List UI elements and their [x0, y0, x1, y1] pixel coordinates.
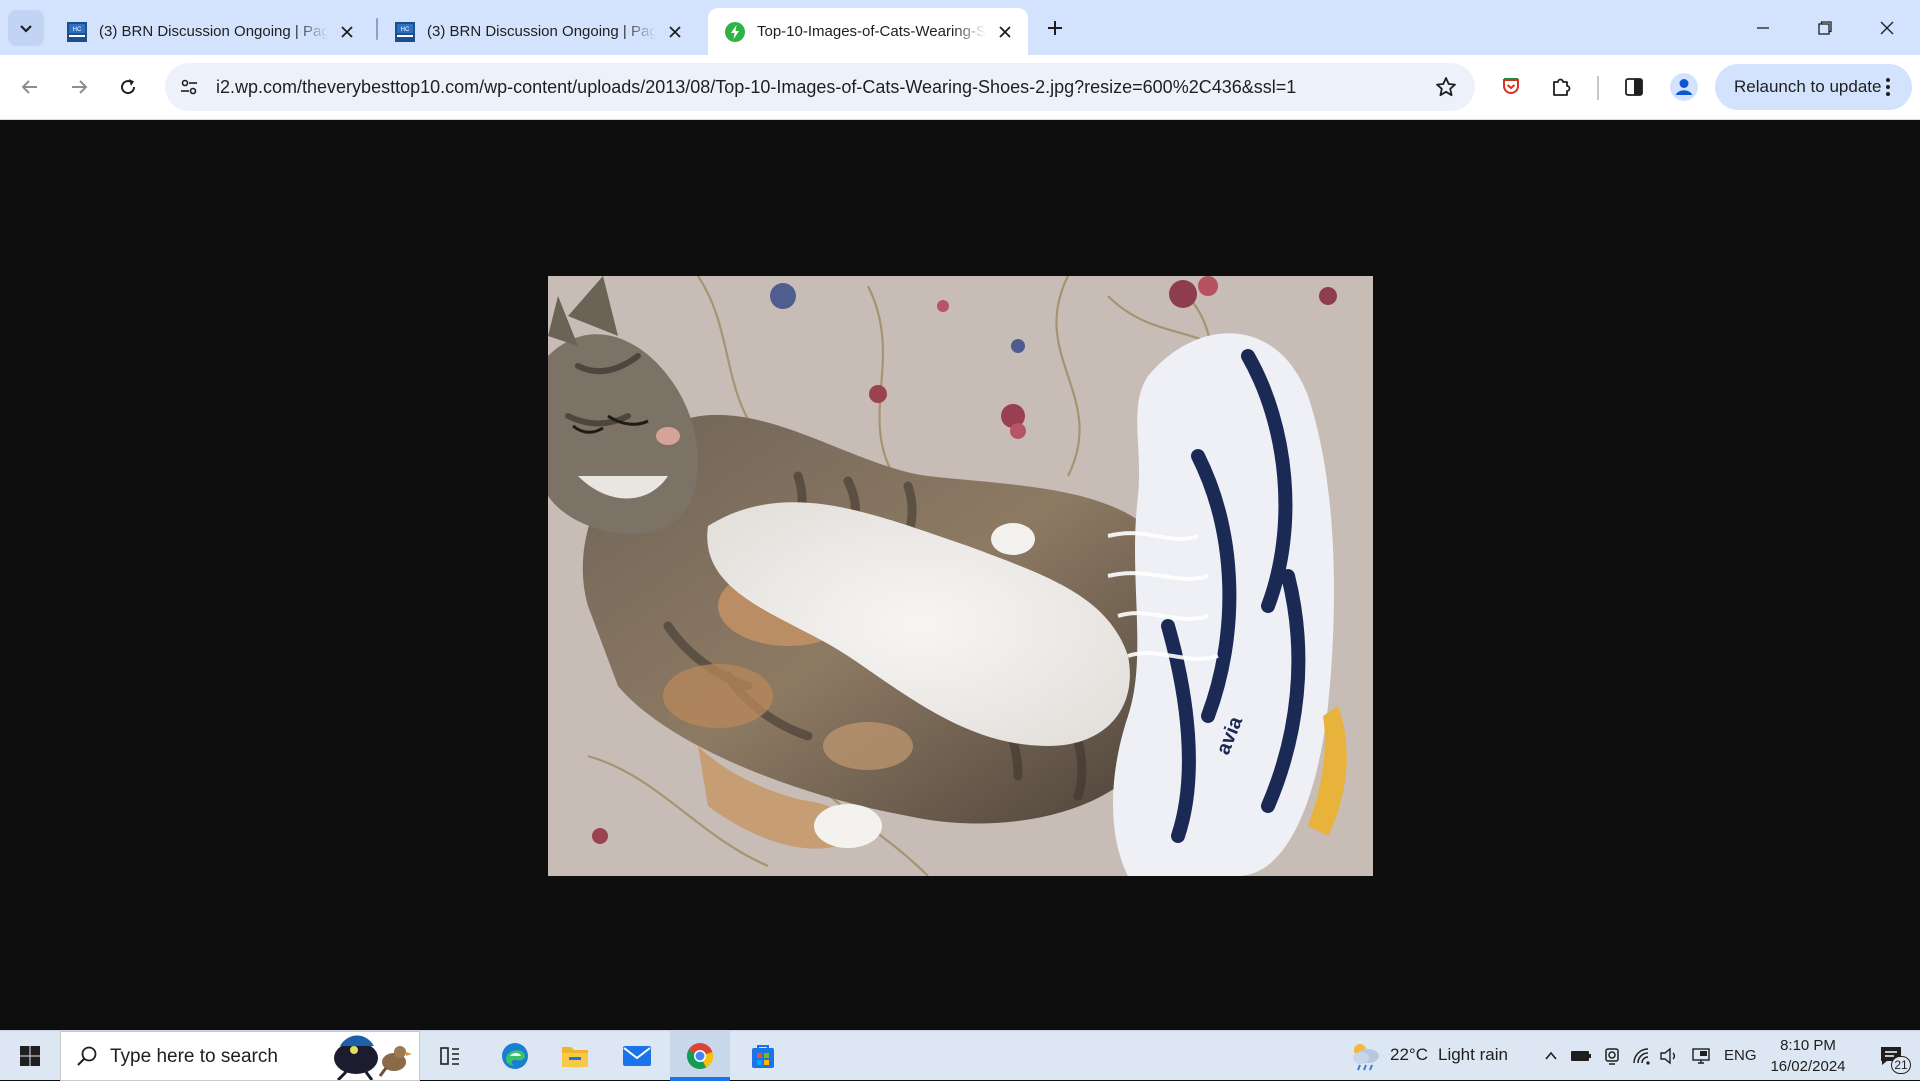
taskbar-search-box[interactable]: Type here to search: [60, 1031, 420, 1081]
mail-taskbar-button[interactable]: [612, 1031, 662, 1081]
site-info-button[interactable]: [175, 73, 203, 101]
store-icon: [752, 1045, 774, 1068]
notification-count-badge: 21: [1891, 1056, 1911, 1074]
back-button[interactable]: [12, 69, 48, 105]
browser-toolbar: i2.wp.com/theverybesttop10.com/wp-conten…: [0, 55, 1920, 120]
plus-icon: [1048, 21, 1062, 35]
battery-tray-button[interactable]: [1569, 1031, 1593, 1081]
reload-button[interactable]: [110, 69, 146, 105]
relaunch-label: Relaunch to update: [1734, 77, 1882, 96]
folder-icon: [562, 1047, 588, 1067]
tab-close-button[interactable]: [664, 21, 686, 43]
edge-taskbar-button[interactable]: [490, 1031, 540, 1081]
windows-taskbar: Type here to search 22°C Light rain ENG …: [0, 1030, 1920, 1081]
task-view-button[interactable]: [427, 1031, 473, 1081]
notification-center-button[interactable]: 21: [1868, 1031, 1914, 1081]
minimize-icon: [1757, 26, 1769, 29]
cat-with-shoe-picture: avia: [548, 276, 1373, 876]
tab-strip: HC (3) BRN Discussion Ongoing | Page HC …: [0, 0, 1920, 55]
close-window-button[interactable]: [1856, 0, 1918, 55]
tab-brn-discussion-2[interactable]: HC (3) BRN Discussion Ongoing | Page: [378, 8, 698, 55]
avatar-icon: [1670, 73, 1698, 101]
hotcopper-favicon: HC: [395, 21, 415, 42]
close-icon: [1880, 21, 1894, 34]
minimize-button[interactable]: [1732, 0, 1794, 55]
tab-brn-discussion-1[interactable]: HC (3) BRN Discussion Ongoing | Page: [50, 8, 370, 55]
chrome-icon: [687, 1043, 714, 1069]
edge-icon: [502, 1043, 528, 1069]
tab-close-button[interactable]: [336, 21, 358, 43]
tab-cats-wearing-shoes[interactable]: Top-10-Images-of-Cats-Wearing-Shoes: [708, 8, 1028, 55]
chrome-taskbar-button[interactable]: [670, 1031, 730, 1081]
system-clock[interactable]: 8:10 PM 16/02/2024: [1760, 1035, 1856, 1077]
show-hidden-icons-button[interactable]: [1540, 1031, 1562, 1081]
webcam-icon: [1605, 1048, 1619, 1065]
close-icon: [669, 25, 681, 38]
volume-tray-button[interactable]: [1657, 1031, 1681, 1081]
arrow-left-icon: [21, 80, 37, 94]
monitor-icon: [1692, 1048, 1710, 1064]
bookmark-button[interactable]: [1433, 74, 1459, 100]
star-icon: [1436, 77, 1456, 97]
close-icon: [999, 25, 1011, 38]
restore-icon: [1818, 20, 1832, 35]
battery-icon: [1571, 1051, 1591, 1061]
windows-logo-icon: [20, 1046, 40, 1066]
restore-button[interactable]: [1794, 0, 1856, 55]
hotcopper-favicon: HC: [67, 21, 87, 42]
task-view-icon: [440, 1047, 459, 1065]
network-tray-button[interactable]: [1630, 1031, 1654, 1081]
mail-icon: [623, 1046, 651, 1066]
side-panel-icon: [1625, 78, 1643, 96]
tab-close-button[interactable]: [994, 21, 1016, 43]
wifi-icon: [1633, 1048, 1650, 1065]
profile-button[interactable]: [1666, 69, 1702, 105]
relaunch-to-update-button[interactable]: Relaunch to update: [1715, 64, 1912, 110]
more-menu-button[interactable]: [1876, 75, 1900, 99]
tune-icon: [181, 79, 197, 95]
chevron-up-icon: [1545, 1051, 1557, 1060]
search-placeholder: Type here to search: [110, 1046, 278, 1067]
display-tray-button[interactable]: [1688, 1031, 1714, 1081]
microsoft-store-taskbar-button[interactable]: [738, 1031, 788, 1081]
clock-date: 16/02/2024: [1770, 1058, 1846, 1075]
search-icon: [77, 1046, 97, 1066]
weather-temperature: 22°C: [1390, 1045, 1428, 1064]
image-viewer: avia: [0, 121, 1920, 1030]
side-panel-button[interactable]: [1616, 69, 1652, 105]
pocket-icon: [1503, 78, 1519, 94]
toolbar-divider: [1597, 76, 1599, 100]
speaker-icon: [1660, 1047, 1675, 1065]
tab-title: Top-10-Images-of-Cats-Wearing-Shoes: [757, 23, 986, 40]
start-button[interactable]: [0, 1031, 60, 1081]
extension-pocket-button[interactable]: [1493, 69, 1529, 105]
search-highlight-bird-icon: [334, 1035, 412, 1080]
more-vert-icon: [1886, 78, 1890, 96]
rain-cloud-icon: [1353, 1044, 1379, 1071]
puzzle-icon: [1553, 78, 1571, 96]
chevron-down-icon: [20, 25, 32, 33]
file-explorer-taskbar-button[interactable]: [550, 1031, 600, 1081]
extensions-button[interactable]: [1543, 69, 1579, 105]
svg-text:HC: HC: [401, 27, 410, 33]
clock-time: 8:10 PM: [1780, 1037, 1836, 1054]
input-language[interactable]: ENG: [1724, 1047, 1757, 1064]
reload-icon: [121, 79, 136, 95]
weather-widget-button[interactable]: [1345, 1031, 1385, 1081]
weather-description: Light rain: [1438, 1045, 1508, 1064]
arrow-right-icon: [72, 80, 88, 94]
svg-text:HC: HC: [73, 27, 82, 33]
tab-search-button[interactable]: [8, 10, 44, 46]
meet-now-tray-button[interactable]: [1600, 1031, 1624, 1081]
tab-title: (3) BRN Discussion Ongoing | Page: [99, 23, 328, 40]
forward-button[interactable]: [61, 69, 97, 105]
tab-title: (3) BRN Discussion Ongoing | Page: [427, 23, 656, 40]
url-text[interactable]: i2.wp.com/theverybesttop10.com/wp-conten…: [216, 77, 1296, 98]
wordpress-green-favicon: [725, 21, 745, 42]
chrome-active-indicator: [670, 1077, 730, 1081]
close-icon: [341, 25, 353, 38]
new-tab-button[interactable]: [1040, 13, 1070, 43]
cat-photo[interactable]: avia: [548, 276, 1373, 876]
address-bar[interactable]: i2.wp.com/theverybesttop10.com/wp-conten…: [165, 63, 1475, 111]
